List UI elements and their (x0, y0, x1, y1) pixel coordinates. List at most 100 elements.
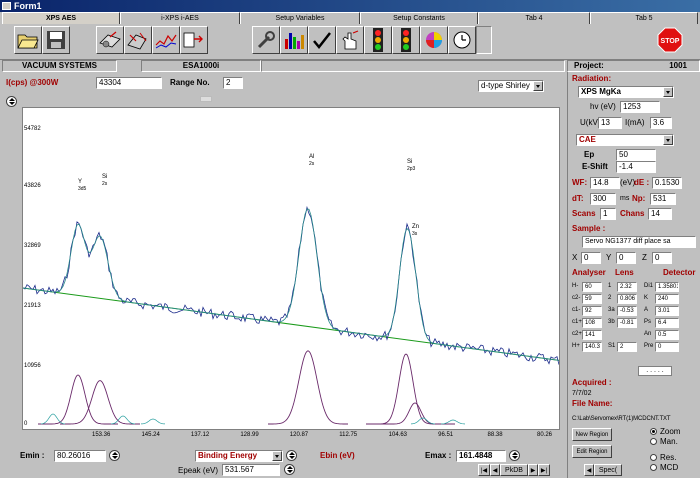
wf-field[interactable]: 14.8 (590, 177, 620, 189)
ep-field[interactable]: 50 (616, 149, 656, 161)
chans-label: Chans (620, 209, 645, 218)
scroll-marker[interactable] (200, 96, 212, 102)
spectrometer-button[interactable] (96, 26, 124, 54)
tab-5[interactable]: Tab 5 (590, 12, 698, 24)
analyser-param-field[interactable]: 141 (582, 330, 602, 340)
histogram-button[interactable] (280, 26, 308, 54)
u-field[interactable]: 13 (598, 117, 622, 129)
acquired-label: Acquired : (572, 378, 612, 387)
detector-param-field[interactable]: 6.4 (655, 318, 679, 328)
y-tick-label: 0 (24, 421, 28, 427)
scans-field[interactable]: 1 (600, 208, 616, 220)
tab-setup-variables[interactable]: Setup Variables (240, 12, 360, 24)
analyser-param-label: c2+ (572, 331, 582, 337)
detector-param-field[interactable]: 240 (655, 294, 679, 304)
epeak-spinner[interactable] (284, 464, 295, 475)
color-button[interactable] (420, 26, 448, 54)
lens-param-label: 3a (608, 307, 615, 313)
y-scale-spinner[interactable] (6, 96, 17, 107)
detector-param-field[interactable]: 3.01 (655, 306, 679, 316)
open-button[interactable] (14, 26, 42, 54)
import-button[interactable] (180, 26, 208, 54)
range-field[interactable]: 2 (223, 77, 243, 89)
lens-param-label: 3b (608, 319, 615, 325)
new-region-button[interactable]: New Region (572, 428, 612, 441)
y-field[interactable]: 0 (616, 252, 636, 264)
background-type-select[interactable]: d-type Shirley (478, 80, 544, 92)
peak-label: 2s (309, 161, 315, 167)
analyser-param-field[interactable]: 108 (582, 318, 602, 328)
sample-field[interactable]: Servo NG1377 diff place sa (582, 236, 696, 248)
y-tick-label: 10956 (24, 363, 41, 369)
start-acquisition-button[interactable] (364, 26, 392, 54)
hv-field[interactable]: 1253 (620, 101, 660, 113)
analyser-param-field[interactable]: 140.3 (582, 342, 602, 352)
detector-param-field[interactable]: 0.5 (655, 330, 679, 340)
project-label: Project: (574, 61, 604, 70)
detector-param-field[interactable]: 0 (655, 342, 679, 352)
tab-4[interactable]: Tab 4 (478, 12, 590, 24)
first-peak-button[interactable]: |◀ (478, 464, 490, 476)
next-peak-button[interactable]: ▶ (528, 464, 538, 476)
component-peak (366, 353, 446, 425)
pause-acquisition-button[interactable] (392, 26, 420, 54)
analyser-param-field[interactable]: 92 (582, 306, 602, 316)
lens-param-field[interactable]: 2.32 (617, 282, 637, 292)
lens-param-field[interactable]: -0.81 (617, 318, 637, 328)
spectrum-plot[interactable]: Y 3d5 Si 2s Al 2s Si 2p3 Zn 3s (22, 107, 560, 430)
res-radio[interactable] (650, 454, 657, 461)
de-field[interactable]: 0.1530 (652, 177, 682, 189)
mcd-radio[interactable] (650, 464, 657, 471)
energy-mode-select[interactable]: Binding Energy (195, 450, 283, 462)
manual-radio[interactable] (650, 438, 657, 445)
radiation-select[interactable]: XPS MgKa (578, 86, 674, 98)
np-field[interactable]: 531 (650, 193, 676, 205)
fit-line (22, 208, 560, 361)
analyser-param-field[interactable]: 59 (582, 294, 602, 304)
emax-spinner[interactable] (509, 450, 520, 461)
peak-label: Si (407, 159, 412, 165)
zoom-radio-label: Zoom (660, 427, 681, 436)
eshift-field[interactable]: -1.4 (616, 161, 656, 173)
timer-button[interactable] (448, 26, 476, 54)
mode-spinner[interactable] (286, 450, 297, 461)
chans-field[interactable]: 14 (648, 208, 672, 220)
prev-peak-button[interactable]: ◀ (490, 464, 500, 476)
lens-param-field[interactable]: 0.806 (617, 294, 637, 304)
tab-i-xps-i-aes[interactable]: i-XPS i-AES (120, 12, 240, 24)
peak-label: 3d5 (78, 186, 87, 192)
save-button[interactable] (42, 26, 70, 54)
tab-setup-constants[interactable]: Setup Constants (360, 12, 478, 24)
z-field[interactable]: 0 (652, 252, 672, 264)
accept-button[interactable] (308, 26, 336, 54)
emin-spinner[interactable] (109, 450, 120, 461)
x-field[interactable]: 0 (581, 252, 601, 264)
i-field[interactable]: 3.6 (650, 117, 672, 129)
filename-label: File Name: (572, 399, 613, 408)
save-disk-icon (47, 31, 65, 49)
spec-prev-button[interactable]: ◀ (584, 464, 594, 476)
app-icon (2, 2, 11, 10)
tab-xps-aes[interactable]: XPS AES (2, 12, 120, 24)
detector-param-field[interactable]: 1.35801 (655, 282, 679, 292)
zoom-radio[interactable] (650, 428, 657, 435)
stop-button[interactable]: STOP (655, 26, 685, 54)
dt-field[interactable]: 300 (590, 193, 616, 205)
lens-param-field[interactable]: -0.53 (617, 306, 637, 316)
analyser-param-field[interactable]: 60 (582, 282, 602, 292)
last-peak-button[interactable]: ▶| (538, 464, 550, 476)
spec-button[interactable]: Spec( (594, 464, 622, 476)
emin-field[interactable]: 80.26016 (54, 450, 106, 462)
settings-button[interactable] (252, 26, 280, 54)
analyser-mode-select[interactable]: CAE (576, 134, 674, 146)
pkdb-button[interactable]: PkDB (500, 464, 528, 476)
intensity-field[interactable]: 43304 (96, 77, 162, 89)
line-plot-button[interactable] (152, 26, 180, 54)
scan-button[interactable] (124, 26, 152, 54)
emax-field[interactable]: 161.4848 (456, 450, 506, 462)
manual-button[interactable] (336, 26, 364, 54)
edit-region-button[interactable]: Edit Region (572, 445, 612, 458)
lens-param-field[interactable]: 2 (617, 342, 637, 352)
checkmark-icon (313, 32, 331, 49)
epeak-field[interactable]: 531.567 (222, 464, 280, 476)
